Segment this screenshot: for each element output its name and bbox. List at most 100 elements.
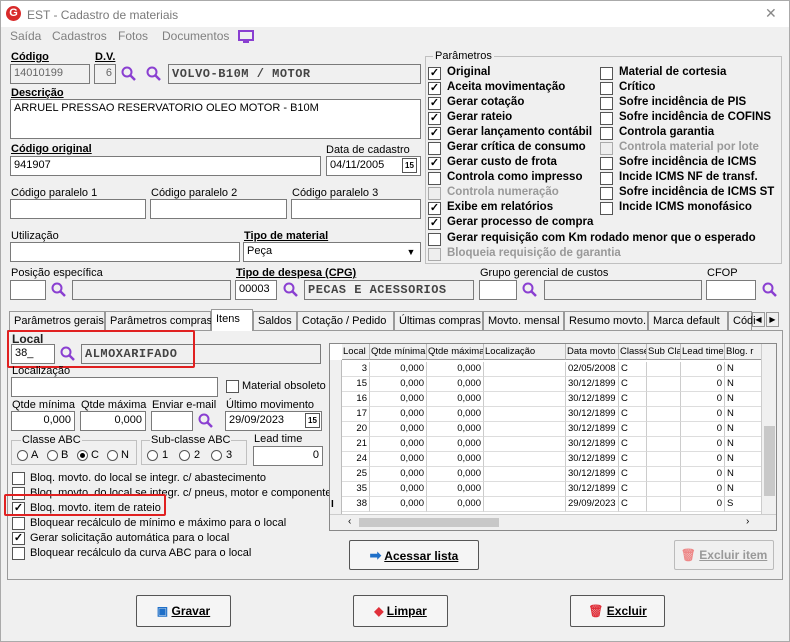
grid-header-cell[interactable]: Classe bbox=[619, 344, 647, 360]
cp1-field[interactable] bbox=[10, 199, 146, 219]
subclasse-radio[interactable] bbox=[147, 450, 158, 461]
posicao-search-icon[interactable] bbox=[51, 282, 67, 298]
codigo-original-field[interactable]: 941907 bbox=[10, 156, 321, 176]
tab-item[interactable]: Saldos bbox=[253, 311, 297, 330]
material-obsoleto-checkbox[interactable] bbox=[226, 380, 239, 393]
classe-radio[interactable] bbox=[107, 450, 118, 461]
grid-vscroll-thumb[interactable] bbox=[764, 426, 775, 496]
locais-grid[interactable]: Local Qtde mínima Qtde máxima Localização Da… bbox=[329, 343, 777, 531]
tab-item[interactable]: Parâmetros compras bbox=[105, 311, 212, 330]
classe-radio[interactable] bbox=[17, 450, 28, 461]
param-checkbox[interactable] bbox=[428, 142, 441, 155]
itens-checkbox[interactable] bbox=[12, 547, 25, 560]
grid-vscrollbar[interactable] bbox=[761, 344, 776, 514]
tipo-material-select[interactable]: Peça bbox=[243, 242, 421, 262]
codigo-field[interactable]: 14010199 bbox=[10, 64, 90, 84]
tab-item[interactable]: Itens bbox=[211, 309, 253, 331]
cp3-field[interactable] bbox=[291, 199, 421, 219]
param-checkbox[interactable] bbox=[600, 172, 613, 185]
chevron-down-icon[interactable]: ▼ bbox=[404, 245, 418, 259]
param-checkbox[interactable] bbox=[600, 67, 613, 80]
grid-header-cell[interactable]: Data movto bbox=[566, 344, 619, 360]
menu-fotos[interactable]: Fotos bbox=[118, 29, 148, 43]
param-checkbox[interactable] bbox=[600, 97, 613, 110]
param-checkbox[interactable] bbox=[600, 202, 613, 215]
menu-saida[interactable]: Saída bbox=[10, 29, 41, 43]
ultimo-movimento-calendar-icon[interactable]: 15 bbox=[305, 413, 320, 428]
cfop-field[interactable] bbox=[706, 280, 756, 300]
itens-checkbox[interactable]: ✓ bbox=[12, 532, 25, 545]
grid-cell: 30/12/1899 bbox=[566, 422, 619, 437]
cfop-search-icon[interactable] bbox=[762, 282, 778, 298]
subclasse-radio[interactable] bbox=[211, 450, 222, 461]
tab-item[interactable]: Marca default bbox=[648, 311, 728, 330]
lead-time-field[interactable]: 0 bbox=[253, 446, 323, 466]
grupo-gerencial-search-icon[interactable] bbox=[522, 282, 538, 298]
param-checkbox[interactable] bbox=[600, 112, 613, 125]
itens-checkbox[interactable] bbox=[12, 472, 25, 485]
grid-header-cell[interactable]: Qtde mínima bbox=[370, 344, 427, 360]
grid-header-cell[interactable]: Local bbox=[342, 344, 370, 360]
param-checkbox[interactable] bbox=[428, 233, 441, 246]
param-checkbox[interactable]: ✓ bbox=[428, 97, 441, 110]
grid-header-cell[interactable]: Sub Cla bbox=[647, 344, 681, 360]
grid-hscroll-thumb[interactable] bbox=[359, 518, 499, 527]
tab-item[interactable]: Parâmetros gerais bbox=[9, 311, 105, 330]
qtde-maxima-field[interactable]: 0,000 bbox=[80, 411, 146, 431]
excluir-item-button[interactable]: 🗑 Excluir item bbox=[674, 540, 774, 570]
tab-scroll-left-icon[interactable]: ◀ bbox=[752, 312, 765, 327]
search-icon[interactable] bbox=[121, 66, 137, 82]
group-search-icon[interactable] bbox=[146, 66, 162, 82]
tipo-despesa-code[interactable]: 00003 bbox=[235, 280, 277, 300]
param-checkbox[interactable] bbox=[600, 82, 613, 95]
param-checkbox[interactable]: ✓ bbox=[428, 202, 441, 215]
param-checkbox[interactable]: ✓ bbox=[428, 217, 441, 230]
grid-header-cell[interactable]: Localização bbox=[484, 344, 566, 360]
enviar-email-field[interactable] bbox=[151, 411, 193, 431]
tab-item[interactable]: Códi bbox=[728, 311, 756, 330]
tab-item[interactable]: Últimas compras bbox=[394, 311, 483, 330]
gravar-button[interactable]: ▣ Gravar bbox=[136, 595, 231, 627]
grid-header-cell[interactable]: Qtde máxima bbox=[427, 344, 484, 360]
tab-item[interactable]: Movto. mensal bbox=[483, 311, 564, 330]
utilizacao-field[interactable] bbox=[10, 242, 240, 262]
param-checkbox[interactable] bbox=[600, 157, 613, 170]
grupo-gerencial-field[interactable] bbox=[479, 280, 517, 300]
param-checkbox[interactable]: ✓ bbox=[428, 82, 441, 95]
grid-hscrollbar[interactable]: ‹ › bbox=[330, 514, 776, 530]
classe-radio[interactable] bbox=[77, 450, 88, 461]
param-checkbox[interactable]: ✓ bbox=[428, 112, 441, 125]
localizacao-field[interactable] bbox=[11, 377, 218, 397]
descricao-field[interactable]: ARRUEL PRESSAO RESERVATORIO OLEO MOTOR -… bbox=[10, 99, 421, 139]
enviar-email-search-icon[interactable] bbox=[198, 413, 214, 429]
param-checkbox[interactable]: ✓ bbox=[428, 157, 441, 170]
param-checkbox[interactable] bbox=[428, 172, 441, 185]
arrow-right-icon: ➡ bbox=[369, 547, 382, 563]
posicao-field[interactable] bbox=[10, 280, 46, 300]
grid-header-cell[interactable]: Blog. r bbox=[725, 344, 762, 360]
menu-cadastros[interactable]: Cadastros bbox=[52, 29, 107, 43]
subclasse-radio[interactable] bbox=[179, 450, 190, 461]
param-checkbox[interactable]: ✓ bbox=[428, 67, 441, 80]
close-icon[interactable]: ✕ bbox=[765, 5, 777, 22]
scroll-right-icon[interactable]: › bbox=[746, 516, 749, 527]
scroll-left-icon[interactable]: ‹ bbox=[348, 516, 351, 527]
limpar-button[interactable]: ◆ Limpar bbox=[353, 595, 448, 627]
grid-header-cell[interactable]: Lead time bbox=[681, 344, 725, 360]
tab-item[interactable]: Resumo movto. bbox=[564, 311, 648, 330]
tab-item[interactable]: Cotação / Pedido bbox=[297, 311, 394, 330]
cp2-field[interactable] bbox=[150, 199, 287, 219]
monitor-icon[interactable] bbox=[238, 30, 254, 43]
acessar-lista-button[interactable]: ➡ Acessar lista bbox=[349, 540, 479, 570]
calendar-icon[interactable]: 15 bbox=[402, 158, 417, 173]
classe-radio[interactable] bbox=[47, 450, 58, 461]
qtde-minima-field[interactable]: 0,000 bbox=[11, 411, 75, 431]
itens-checkbox[interactable] bbox=[12, 517, 25, 530]
excluir-button[interactable]: 🗑 Excluir bbox=[570, 595, 665, 627]
param-checkbox[interactable] bbox=[600, 127, 613, 140]
tipo-despesa-search-icon[interactable] bbox=[283, 282, 299, 298]
menu-documentos[interactable]: Documentos bbox=[162, 29, 229, 43]
param-checkbox[interactable] bbox=[600, 187, 613, 200]
tab-scroll-right-icon[interactable]: ▶ bbox=[766, 312, 779, 327]
param-checkbox[interactable]: ✓ bbox=[428, 127, 441, 140]
